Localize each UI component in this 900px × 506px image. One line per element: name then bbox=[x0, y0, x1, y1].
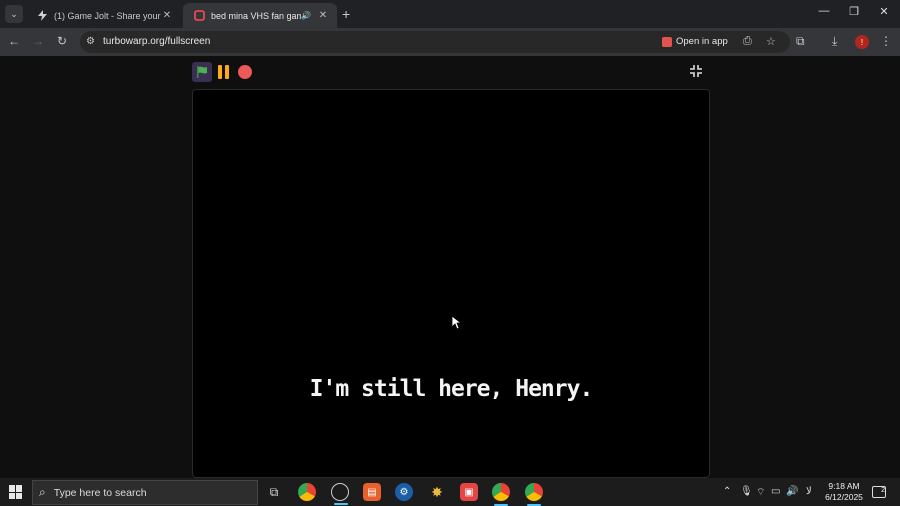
stop-button[interactable] bbox=[238, 65, 252, 79]
plus-icon: + bbox=[342, 6, 351, 22]
more-menu-icon[interactable]: ⋮ bbox=[880, 34, 892, 48]
address-bar[interactable]: ⚙ turbowarp.org/fullscreen Open in app ⎙… bbox=[80, 31, 790, 53]
restore-icon: ❐ bbox=[849, 6, 859, 18]
windows-taskbar: ⌕ Type here to search ⧉ ▤ ⚙ ✸ ▣ ⌃ 🎙 ⌔ ▭ … bbox=[0, 478, 900, 506]
close-tab-icon[interactable]: ✕ bbox=[161, 10, 173, 21]
notification-center-icon[interactable]: 2 bbox=[872, 486, 886, 498]
star-app-icon[interactable]: ✸ bbox=[428, 483, 446, 501]
turbowarp-taskbar-icon[interactable]: ▣ bbox=[460, 483, 478, 501]
exit-fullscreen-icon bbox=[690, 65, 702, 77]
exit-fullscreen-button[interactable] bbox=[688, 64, 704, 80]
install-page-icon[interactable]: ⎙ bbox=[743, 35, 752, 48]
microphone-icon[interactable]: 🎙 bbox=[740, 486, 753, 497]
turbowarp-icon bbox=[193, 10, 205, 22]
turbowarp-app-icon bbox=[662, 36, 672, 47]
close-icon: ✕ bbox=[879, 6, 889, 18]
dialog-text: I'm still here, Henry. bbox=[309, 376, 594, 402]
steering-app-icon[interactable] bbox=[331, 483, 349, 505]
player-controls bbox=[192, 62, 710, 84]
chrome-icon[interactable] bbox=[298, 483, 316, 501]
task-view-icon[interactable]: ⧉ bbox=[265, 483, 283, 501]
bookmark-star-icon[interactable]: ☆ bbox=[766, 35, 776, 48]
mouse-pointer-icon bbox=[452, 316, 462, 330]
tab-game-jolt[interactable]: (1) Game Jolt - Share your creat ✕ bbox=[26, 3, 181, 28]
reload-button[interactable]: ↻ bbox=[54, 34, 70, 48]
chrome-profile-icon[interactable] bbox=[525, 483, 543, 506]
language-icon[interactable]: ﻻ bbox=[806, 486, 812, 497]
browser-tab-bar: ⌄ (1) Game Jolt - Share your creat ✕ bed… bbox=[0, 0, 900, 28]
battery-icon[interactable]: ▭ bbox=[771, 486, 780, 497]
windows-logo-icon bbox=[9, 485, 15, 492]
tab-title: (1) Game Jolt - Share your creat bbox=[54, 10, 161, 21]
game-stage[interactable]: I'm still here, Henry. bbox=[192, 89, 710, 478]
tab-search-button[interactable]: ⌄ bbox=[5, 5, 23, 23]
pause-button[interactable] bbox=[218, 65, 232, 79]
close-tab-icon[interactable]: ✕ bbox=[317, 10, 329, 21]
minimize-icon: — bbox=[818, 5, 830, 17]
forward-button[interactable]: → bbox=[30, 34, 46, 48]
tab-title: bed mina VHS fan game 3v bbox=[211, 10, 301, 21]
new-tab-button[interactable]: + bbox=[342, 6, 350, 22]
taskbar-clock[interactable]: 9:18 AM 6/12/2025 bbox=[820, 481, 868, 503]
search-icon: ⌕ bbox=[39, 485, 46, 499]
download-icon[interactable]: ⤓ bbox=[832, 34, 837, 49]
open-in-app-button[interactable]: Open in app bbox=[662, 36, 728, 47]
url-text: turbowarp.org/fullscreen bbox=[103, 36, 211, 47]
green-flag-icon bbox=[197, 66, 207, 78]
clock-time: 9:18 AM bbox=[828, 481, 860, 491]
taskbar-search[interactable]: ⌕ Type here to search bbox=[32, 480, 258, 505]
steam-icon[interactable]: ⚙ bbox=[395, 483, 413, 501]
back-button[interactable]: ← bbox=[6, 34, 22, 48]
arrow-right-icon: → bbox=[32, 34, 44, 48]
network-icon[interactable]: ⌔ bbox=[756, 486, 765, 499]
green-flag-button[interactable] bbox=[192, 62, 212, 82]
game-jolt-icon bbox=[36, 10, 48, 22]
chevron-down-icon: ⌄ bbox=[10, 8, 18, 19]
profile-avatar[interactable]: ! bbox=[855, 35, 869, 49]
pause-icon bbox=[218, 65, 222, 79]
extensions-icon[interactable]: ⧉ bbox=[796, 34, 805, 49]
search-placeholder: Type here to search bbox=[53, 486, 147, 499]
tab-turbowarp[interactable]: bed mina VHS fan game 3v 🔊 ✕ bbox=[183, 3, 337, 28]
reload-icon: ↻ bbox=[56, 34, 68, 48]
arrow-left-icon: ← bbox=[8, 34, 20, 48]
browser-toolbar: ← → ↻ ⚙ turbowarp.org/fullscreen Open in… bbox=[0, 28, 900, 56]
start-button[interactable] bbox=[9, 485, 23, 499]
chevron-up-icon[interactable]: ⌃ bbox=[723, 486, 731, 497]
restore-button[interactable]: ❐ bbox=[847, 5, 861, 18]
site-info-icon[interactable]: ⚙ bbox=[86, 36, 95, 47]
open-in-app-label: Open in app bbox=[676, 36, 728, 47]
orange-app-icon[interactable]: ▤ bbox=[363, 483, 381, 501]
minimize-button[interactable]: — bbox=[817, 5, 831, 17]
clock-date: 6/12/2025 bbox=[825, 492, 863, 502]
speaker-icon[interactable]: 🔊 bbox=[301, 11, 313, 20]
volume-icon[interactable]: 🔊 bbox=[786, 486, 798, 497]
close-window-button[interactable]: ✕ bbox=[877, 5, 891, 18]
chrome-active-icon[interactable] bbox=[492, 483, 510, 506]
